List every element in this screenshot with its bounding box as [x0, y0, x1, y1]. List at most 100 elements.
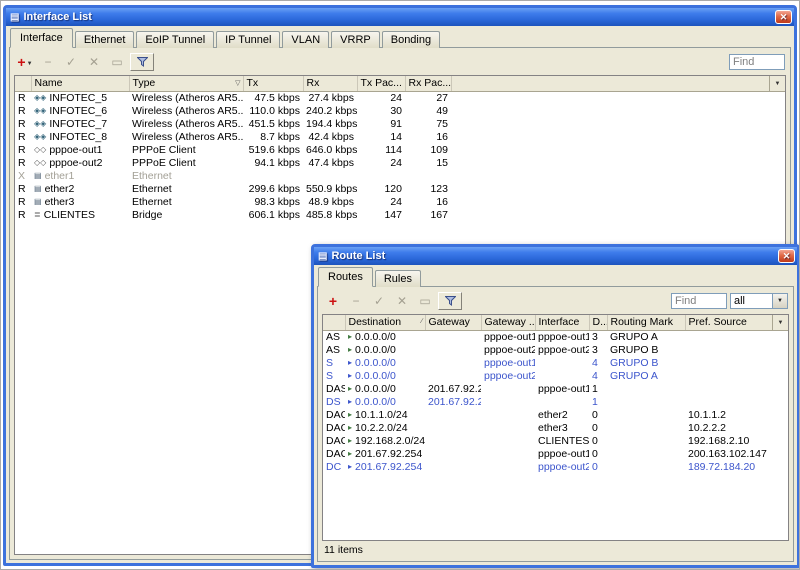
interface-cell [535, 369, 589, 382]
column-header-d[interactable]: D... [589, 315, 608, 331]
filter-button[interactable] [438, 292, 462, 310]
column-header-name[interactable]: Name [31, 76, 130, 92]
gateway-state-cell: pppoe-out1 [484, 330, 535, 343]
tab-eoip-tunnel[interactable]: EoIP Tunnel [136, 31, 215, 48]
column-selector-button[interactable]: ▼ [772, 315, 788, 331]
tab-ethernet[interactable]: Ethernet [74, 31, 135, 48]
routing-mark-cell [607, 395, 685, 408]
route-row[interactable]: S ▸ 0.0.0.0/0 pppoe-out1 4 GRUPO B [323, 356, 788, 369]
route-row[interactable]: DS▸0.0.0.0/0201.67.92.2541 [323, 395, 788, 408]
interface-row[interactable]: X ▤ ether1 Ethernet [15, 169, 785, 182]
tab-routes[interactable]: Routes [318, 267, 373, 287]
comment-button[interactable]: ▭ [107, 53, 127, 71]
column-header-rx[interactable]: Rx [303, 76, 358, 92]
interface-row[interactable]: R ◇◇ pppoe-out1 PPPoE Client 519.6 kbps 646.0… [15, 143, 785, 156]
distance-cell: 1 [592, 395, 598, 408]
enable-button[interactable]: ✓ [61, 53, 81, 71]
disable-button[interactable]: ✕ [392, 292, 412, 310]
gateway-cell [425, 460, 481, 473]
rx-packets-cell: 49 [436, 104, 448, 117]
close-button[interactable]: ✕ [778, 249, 795, 263]
pref-source-cell: 192.168.2.10 [688, 434, 750, 447]
rx-cell: 550.9 kbps [306, 182, 357, 195]
interface-name: ether1 [44, 169, 75, 182]
distance-cell: 4 [592, 369, 598, 382]
column-header-gateway[interactable]: Gateway [425, 315, 482, 331]
route-filter-dropdown[interactable]: all ▼ [730, 293, 788, 309]
column-header-empty [323, 315, 346, 331]
interface-row[interactable]: R ◈◈ INFOTEC_8 Wireless (Atheros AR5... 8.7 … [15, 130, 785, 143]
column-header-tx[interactable]: Tx [243, 76, 304, 92]
column-header-destination[interactable]: Destination ∕ [345, 315, 426, 331]
tab-ip-tunnel[interactable]: IP Tunnel [216, 31, 281, 48]
tab-bonding[interactable]: Bonding [381, 31, 441, 48]
tx-packets-cell: 14 [390, 130, 402, 143]
column-header-gateway[interactable]: Gateway ... [481, 315, 536, 331]
filter-button[interactable] [130, 53, 154, 71]
interface-row[interactable]: R ◈◈ INFOTEC_6 Wireless (Atheros AR5... 110.… [15, 104, 785, 117]
route-row[interactable]: S ▸ 0.0.0.0/0 pppoe-out2 4 GRUPO A [323, 369, 788, 382]
route-list-titlebar[interactable]: ▤ Route List ✕ [314, 247, 797, 265]
type-cell: Wireless (Atheros AR5... [132, 91, 243, 104]
route-table: Destination ∕ Gateway Gateway ... Interface D… [322, 314, 789, 541]
find-input[interactable] [671, 293, 727, 309]
add-button[interactable]: + ▼ [15, 53, 35, 71]
close-button[interactable]: ✕ [775, 10, 792, 24]
column-header-rx-pac[interactable]: Rx Pac... [405, 76, 452, 92]
interface-row[interactable]: R ▤ ether2 Ethernet 299.6 kbps 550.9 kbps 120 1… [15, 182, 785, 195]
column-header-type[interactable]: Type ▽ [129, 76, 244, 92]
routing-mark-cell: GRUPO B [610, 356, 659, 369]
route-row[interactable]: DAC▸192.168.2.0/24 CLIENTES0 192.168.2.10 [323, 434, 788, 447]
interface-row[interactable]: R ◈◈ INFOTEC_7 Wireless (Atheros AR5... 451.… [15, 117, 785, 130]
tx-cell: 110.0 kbps [249, 104, 300, 117]
tab-vrrp[interactable]: VRRP [331, 31, 380, 48]
remove-button[interactable]: − [38, 53, 58, 71]
flag-cell: R [18, 143, 26, 156]
gateway-cell [425, 434, 481, 447]
close-icon: ✕ [782, 250, 791, 261]
column-header-tx-pac[interactable]: Tx Pac... [357, 76, 406, 92]
sort-indicator-icon: ▽ [235, 80, 241, 87]
column-selector-button[interactable]: ▼ [769, 76, 785, 92]
destination-value: 201.67.92.254 [355, 460, 423, 473]
interface-row[interactable]: R ≣ CLIENTES Bridge 606.1 kbps 485.8 kbps 147 1… [15, 208, 785, 221]
column-header-pref-source[interactable]: Pref. Source [685, 315, 778, 331]
remove-button[interactable]: − [346, 292, 366, 310]
find-input[interactable] [729, 54, 785, 70]
route-row[interactable]: DAC▸10.2.2.0/24 ether3 0 10.2.2.2 [323, 421, 788, 434]
route-row[interactable]: DAC▸201.67.92.254 pppoe-out10 200.163.102.… [323, 447, 788, 460]
interface-list-titlebar[interactable]: ▤ Interface List ✕ [6, 8, 794, 26]
column-header-routing-mark[interactable]: Routing Mark [607, 315, 686, 331]
remove-icon: − [44, 55, 52, 69]
route-list-tabs: Routes Rules [317, 267, 794, 287]
tab-interface[interactable]: Interface [10, 28, 73, 48]
add-button[interactable]: + [323, 292, 343, 310]
comment-button[interactable]: ▭ [415, 292, 435, 310]
interface-row[interactable]: R ◈◈ INFOTEC_5 Wireless (Atheros AR5... 47.5… [15, 91, 785, 104]
column-header-interface[interactable]: Interface [535, 315, 590, 331]
tab-vlan[interactable]: VLAN [282, 31, 330, 48]
routing-mark-cell: GRUPO A [610, 369, 658, 382]
route-row[interactable]: DC ▸ 201.67.92.254 pppoe-out2 0 189.72.184.20 [323, 460, 788, 473]
route-icon: ▸ [348, 461, 353, 471]
route-filter-value: all [734, 295, 746, 307]
tx-packets-cell: 24 [390, 195, 402, 208]
interface-name: INFOTEC_6 [49, 104, 108, 117]
interface-row[interactable]: R ◇◇ pppoe-out2 PPPoE Client 94.1 kbps 47.4 k… [15, 156, 785, 169]
route-row[interactable]: AS ▸ 0.0.0.0/0 pppoe-out1 pppoe-out1 3 GRUPO A [323, 330, 788, 343]
enable-button[interactable]: ✓ [369, 292, 389, 310]
name-cell: ◇◇ pppoe-out2 [31, 156, 129, 169]
route-row[interactable]: DAS▸0.0.0.0/0201.67.92.254pppoe-out11 [323, 382, 788, 395]
interface-cell: ether3 [538, 421, 568, 434]
route-row[interactable]: DAC▸10.1.1.0/24 ether2 0 10.1.1.2 [323, 408, 788, 421]
column-header-label: Rx [306, 77, 320, 90]
tab-rules[interactable]: Rules [374, 270, 421, 287]
interface-name: ether2 [44, 182, 75, 195]
disable-button[interactable]: ✕ [84, 53, 104, 71]
route-row[interactable]: AS ▸ 0.0.0.0/0 pppoe-out2 pppoe-out2 3 GRUPO B [323, 343, 788, 356]
wireless-icon: ◈◈ [34, 105, 47, 115]
interface-row[interactable]: R ▤ ether3 Ethernet 98.3 kbps 48.9 kbps 24 16 [15, 195, 785, 208]
combo-button[interactable]: ▼ [772, 294, 787, 308]
gateway-cell [425, 369, 481, 382]
flag-cell: S [326, 369, 334, 382]
